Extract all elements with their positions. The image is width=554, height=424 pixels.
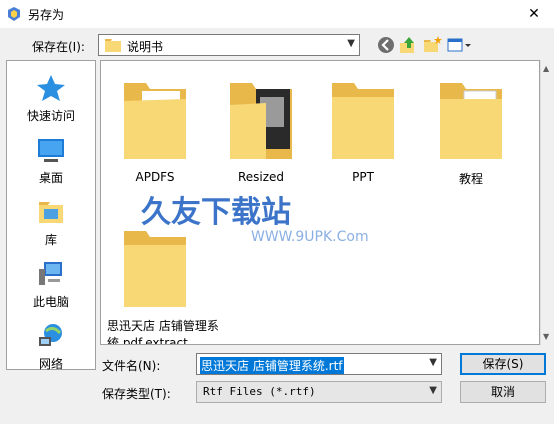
save-button[interactable]: 保存(S) xyxy=(460,353,546,375)
file-type-label: 保存类型(T): xyxy=(102,387,171,401)
file-type-value: Rtf Files (*.rtf) xyxy=(203,385,316,398)
save-in-dropdown[interactable]: 说明书 ▼ xyxy=(98,34,360,56)
list-item[interactable]: APDFS xyxy=(115,77,195,184)
file-name-value: 思迅天店 店铺管理系统.rtf xyxy=(200,357,344,374)
places-bar: 快速访问 桌面 库 此电脑 网络 xyxy=(6,60,96,371)
file-name: Resized xyxy=(237,170,285,184)
computer-icon xyxy=(39,262,62,285)
folder-icon xyxy=(440,83,502,159)
place-libraries[interactable]: 库 xyxy=(7,191,95,253)
file-list[interactable]: APDFS Resized PPT 教程 思迅天店 店铺管理系统.pdf.ext… xyxy=(100,60,540,345)
desktop-icon xyxy=(38,139,64,162)
close-button[interactable]: ✕ xyxy=(514,0,554,28)
new-folder-icon[interactable] xyxy=(422,35,442,55)
up-folder-icon[interactable] xyxy=(398,35,418,55)
file-name: APDFS xyxy=(135,170,175,184)
place-label: 桌面 xyxy=(38,171,63,185)
star-icon xyxy=(37,75,65,101)
file-name-input[interactable]: 思迅天店 店铺管理系统.rtf ▼ xyxy=(196,353,442,375)
chevron-down-icon[interactable]: ▼ xyxy=(429,357,437,368)
library-icon xyxy=(39,202,63,223)
chevron-down-icon: ▼ xyxy=(347,38,355,49)
window-title: 另存为 xyxy=(28,8,65,22)
file-name-label: 文件名(N): xyxy=(102,359,161,373)
file-name: PPT xyxy=(352,170,374,184)
place-desktop[interactable]: 桌面 xyxy=(7,129,95,191)
folder-icon xyxy=(332,83,394,159)
current-folder: 说明书 xyxy=(127,40,164,54)
scroll-down-icon[interactable]: ▼ xyxy=(543,332,549,341)
place-label: 此电脑 xyxy=(32,295,69,309)
watermark-url: WWW.9UPK.Com xyxy=(251,229,369,245)
place-label: 快速访问 xyxy=(26,109,75,123)
folder-icon xyxy=(230,83,292,159)
chevron-down-icon: ▼ xyxy=(429,385,437,396)
scroll-up-icon[interactable]: ▲ xyxy=(543,64,549,73)
folder-icon xyxy=(124,231,186,307)
network-icon xyxy=(39,324,62,346)
list-item[interactable]: Resized xyxy=(221,77,301,184)
place-quick-access[interactable]: 快速访问 xyxy=(7,67,95,129)
back-icon[interactable] xyxy=(376,35,396,55)
file-type-select[interactable]: Rtf Files (*.rtf) ▼ xyxy=(196,381,442,403)
place-network[interactable]: 网络 xyxy=(7,315,95,377)
title-bar: 另存为 ✕ xyxy=(0,0,554,28)
watermark-logo: 久友下载站 xyxy=(141,195,291,230)
place-label: 库 xyxy=(44,233,57,247)
app-icon xyxy=(8,7,20,21)
view-menu-icon[interactable] xyxy=(446,35,472,55)
file-name: 思迅天店 店铺管理系统.pdf.extract xyxy=(107,319,219,345)
folder-icon xyxy=(105,39,121,52)
save-in-label: 保存在(I): xyxy=(32,40,85,54)
cancel-button[interactable]: 取消 xyxy=(460,381,546,403)
place-this-pc[interactable]: 此电脑 xyxy=(7,253,95,315)
place-label: 网络 xyxy=(38,357,63,371)
list-item[interactable]: 教程 xyxy=(431,77,511,187)
vertical-scrollbar[interactable]: ▲ ▼ xyxy=(540,60,552,345)
list-item[interactable]: PPT xyxy=(323,77,403,184)
file-name: 教程 xyxy=(458,172,483,186)
list-item[interactable]: 思迅天店 店铺管理系统.pdf.extract xyxy=(107,225,219,344)
folder-icon xyxy=(124,83,186,159)
